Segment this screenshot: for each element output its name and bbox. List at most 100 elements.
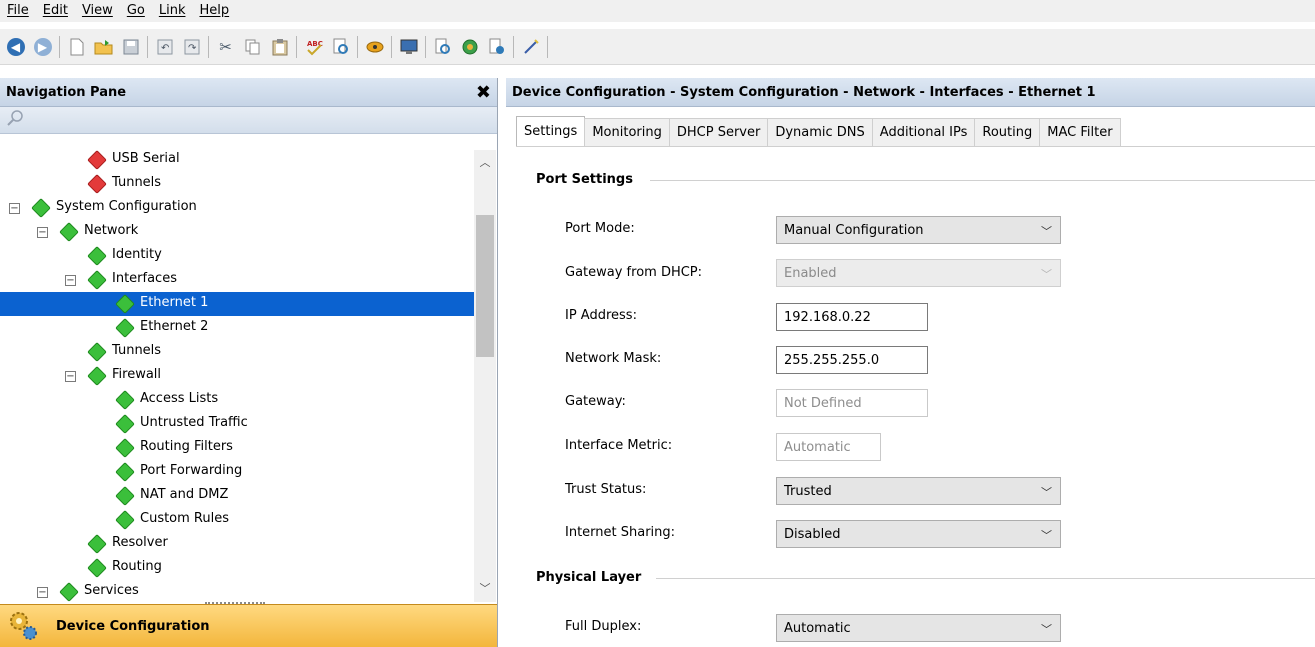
tree-item-label: Firewall [112, 367, 162, 382]
new-document-icon[interactable] [66, 36, 87, 57]
tree-item[interactable]: Routing Filters [0, 436, 474, 460]
tab-monitoring[interactable]: Monitoring [584, 118, 670, 146]
status-ok-icon [59, 222, 79, 242]
find-replace-icon[interactable] [330, 36, 351, 57]
wand-icon[interactable] [520, 36, 541, 57]
tree-item-label: NAT and DMZ [140, 487, 229, 502]
tree-item[interactable]: Port Forwarding [0, 460, 474, 484]
full-duplex-select[interactable]: Automatic ﹀ [776, 614, 1061, 642]
scrollbar-thumb[interactable] [476, 215, 494, 357]
gateway-input[interactable]: Not Defined [776, 389, 928, 417]
spell-check-icon[interactable]: ABC [303, 36, 324, 57]
toolbar-separator [59, 35, 60, 58]
tab-dhcp-server[interactable]: DHCP Server [668, 118, 769, 146]
undo-icon[interactable]: ↶ [154, 36, 175, 57]
navigation-scrollbar[interactable]: ︿ ﹀ [474, 150, 496, 602]
chevron-down-icon: ﹀ [1041, 225, 1052, 238]
tree-item-label: Ethernet 2 [140, 319, 209, 334]
tab-mac-filter[interactable]: MAC Filter [1039, 118, 1121, 146]
monitor-icon[interactable] [398, 36, 419, 57]
tree-item[interactable]: − Firewall [0, 364, 474, 388]
device-configuration-button[interactable]: Device Configuration [0, 604, 497, 647]
tree-item-label: Tunnels [112, 343, 162, 358]
tab-dynamic-dns[interactable]: Dynamic DNS [767, 118, 873, 146]
tree-item-label: Access Lists [140, 391, 219, 406]
gateway-dhcp-select: Enabled ﹀ [776, 259, 1061, 287]
menu-help[interactable]: Help [192, 0, 236, 22]
collapse-icon[interactable]: − [65, 371, 76, 382]
redo-icon[interactable]: ↷ [181, 36, 202, 57]
content-panel: Device Configuration - System Configurat… [506, 78, 1315, 647]
tree-item-label: Ethernet 1 [140, 295, 209, 310]
status-ok-icon [87, 558, 107, 578]
tree-item[interactable]: Resolver [0, 532, 474, 556]
connect-icon[interactable] [364, 36, 385, 57]
breadcrumb: Device Configuration - System Configurat… [506, 78, 1315, 107]
port-mode-label: Port Mode: [565, 221, 635, 236]
collapse-icon[interactable]: − [37, 587, 48, 598]
full-duplex-label: Full Duplex: [565, 619, 642, 634]
navigation-search-bar[interactable] [0, 107, 497, 134]
tree-item[interactable]: − System Configuration [0, 196, 474, 220]
scroll-up-icon[interactable]: ︿ [474, 154, 496, 174]
tree-item[interactable]: Tunnels [0, 172, 474, 196]
tree-item[interactable]: Identity [0, 244, 474, 268]
tab-settings[interactable]: Settings [516, 116, 586, 146]
port-mode-select[interactable]: Manual Configuration ﹀ [776, 216, 1061, 244]
tree-item-label: Services [84, 583, 139, 598]
back-icon[interactable]: ◀ [5, 36, 26, 57]
toolbar: ◀ ▶ ↶ ↷ ✂ ABC [0, 29, 1315, 65]
device-info-icon[interactable] [486, 36, 507, 57]
tree-item[interactable]: − Services [0, 580, 474, 602]
device-search-icon[interactable] [432, 36, 453, 57]
forward-icon[interactable]: ▶ [32, 36, 53, 57]
paste-icon[interactable] [269, 36, 290, 57]
status-error-icon [87, 174, 107, 194]
copy-icon[interactable] [242, 36, 263, 57]
cut-icon[interactable]: ✂ [215, 36, 236, 57]
tree-item[interactable]: Ethernet 2 [0, 316, 474, 340]
tab-additional-ips[interactable]: Additional IPs [871, 118, 976, 146]
status-ok-icon [87, 246, 107, 266]
status-ok-icon [115, 318, 135, 338]
navigation-pane-title: Navigation Pane [6, 84, 127, 100]
menu-edit[interactable]: Edit [36, 0, 75, 22]
device-settings-icon[interactable] [459, 36, 480, 57]
tree-item[interactable]: Access Lists [0, 388, 474, 412]
menu-file[interactable]: File [0, 0, 36, 22]
internet-sharing-select[interactable]: Disabled ﹀ [776, 520, 1061, 548]
ip-address-label: IP Address: [565, 308, 637, 323]
gear-icon [6, 609, 40, 643]
navigation-tree: USB Serial Tunnels − System Configuration − N… [0, 150, 474, 602]
collapse-icon[interactable]: − [37, 227, 48, 238]
menu-view[interactable]: View [75, 0, 120, 22]
tree-item[interactable]: Custom Rules [0, 508, 474, 532]
tree-item[interactable]: − Network [0, 220, 474, 244]
menu-bar: File Edit View Go Link Help [0, 0, 1315, 22]
tree-item[interactable]: Untrusted Traffic [0, 412, 474, 436]
tree-item[interactable]: Tunnels [0, 340, 474, 364]
tab-routing[interactable]: Routing [974, 118, 1041, 146]
collapse-icon[interactable]: − [9, 203, 20, 214]
menu-go[interactable]: Go [120, 0, 152, 22]
scroll-down-icon[interactable]: ﹀ [474, 580, 496, 600]
tree-item[interactable]: Ethernet 1 [0, 292, 474, 316]
tree-item[interactable]: Routing [0, 556, 474, 580]
toolbar-separator [391, 35, 392, 58]
status-ok-icon [115, 390, 135, 410]
tree-item-label: Port Forwarding [140, 463, 243, 478]
tree-item[interactable]: − Interfaces [0, 268, 474, 292]
port-settings-title: Port Settings [536, 172, 633, 187]
tree-item[interactable]: USB Serial [0, 150, 474, 172]
status-ok-icon [115, 486, 135, 506]
network-mask-input[interactable]: 255.255.255.0 [776, 346, 928, 374]
trust-status-select[interactable]: Trusted ﹀ [776, 477, 1061, 505]
close-icon[interactable]: ✖ [476, 82, 491, 103]
collapse-icon[interactable]: − [65, 275, 76, 286]
save-icon[interactable] [120, 36, 141, 57]
interface-metric-input[interactable]: Automatic [776, 433, 881, 461]
menu-link[interactable]: Link [152, 0, 193, 22]
open-folder-icon[interactable] [93, 36, 114, 57]
tree-item[interactable]: NAT and DMZ [0, 484, 474, 508]
ip-address-input[interactable]: 192.168.0.22 [776, 303, 928, 331]
